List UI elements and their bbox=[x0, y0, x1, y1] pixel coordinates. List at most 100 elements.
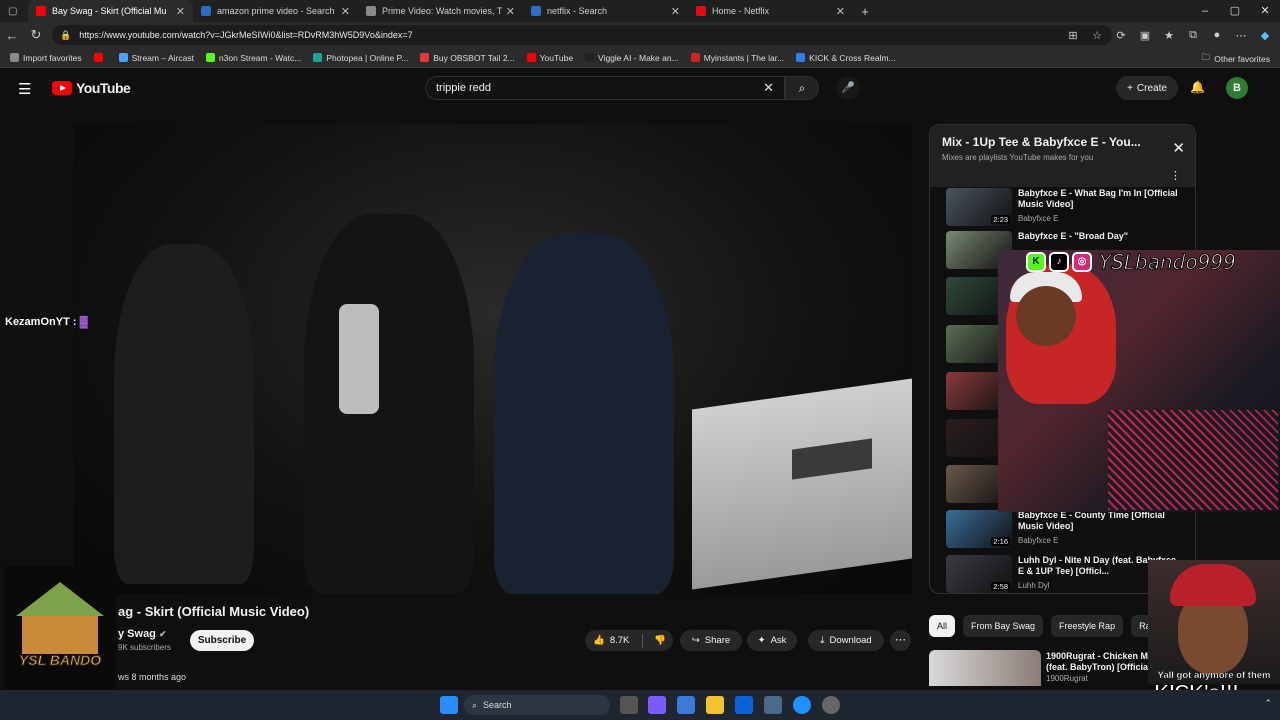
bookmark-label: Buy OBSBOT Tail 2... bbox=[433, 52, 515, 63]
tab-close-icon[interactable]: ✕ bbox=[341, 5, 350, 18]
new-tab-button[interactable]: + bbox=[853, 0, 877, 22]
playlist-item-title: Babyfxce E - What Bag I'm In [Official M… bbox=[1018, 188, 1178, 209]
recommendation-title[interactable]: 1900Rugrat - Chicken Me (feat. BabyTron)… bbox=[1046, 651, 1156, 684]
url-field[interactable]: 🔒 https://www.youtube.com/watch?v=JGkrMe… bbox=[52, 25, 1112, 45]
bookmark-item[interactable]: KICK & Cross Realm... bbox=[796, 52, 896, 63]
bookmark-favicon-icon bbox=[118, 53, 128, 62]
recommendation-thumbnail[interactable] bbox=[929, 650, 1041, 686]
tab-actions-button[interactable]: ▢ bbox=[0, 0, 28, 22]
like-button[interactable]: 👍 8.7K bbox=[593, 635, 629, 646]
streamer-face bbox=[1016, 286, 1076, 346]
bookmark-item[interactable]: Photopea | Online P... bbox=[313, 53, 408, 63]
clear-search-icon[interactable]: ✕ bbox=[763, 80, 774, 96]
bookmark-label: KICK & Cross Realm... bbox=[809, 52, 896, 63]
extension-icon[interactable]: ⟳ bbox=[1112, 29, 1130, 42]
browser-tab[interactable]: Prime Video: Watch movies, TV sh ✕ bbox=[358, 0, 523, 22]
bookmark-item[interactable]: Import favorites bbox=[10, 53, 82, 63]
bookmark-item[interactable]: Buy OBSBOT Tail 2... bbox=[420, 52, 515, 63]
tab-close-icon[interactable]: ✕ bbox=[671, 5, 680, 18]
back-icon[interactable]: ← bbox=[0, 28, 24, 43]
duration-badge: 2:58 bbox=[991, 582, 1010, 591]
tab-close-icon[interactable]: ✕ bbox=[506, 5, 515, 18]
browser-tab[interactable]: Bay Swag - Skirt (Official Mu ✕ bbox=[28, 0, 193, 22]
dislike-button[interactable]: 👎 bbox=[654, 635, 666, 646]
windows-start-icon[interactable] bbox=[440, 696, 458, 714]
voice-search-button[interactable]: 🎤 bbox=[836, 76, 860, 100]
tab-close-icon[interactable]: ✕ bbox=[836, 5, 845, 18]
filter-chip[interactable]: All bbox=[929, 615, 956, 637]
app-available-icon[interactable]: ⊞ bbox=[1064, 29, 1082, 42]
copilot-icon[interactable]: ◆ bbox=[1256, 29, 1274, 42]
playlist-thumbnail: 2:16 bbox=[946, 510, 1012, 548]
meme-overlay bbox=[1148, 560, 1280, 684]
share-icon: ↪ bbox=[691, 635, 700, 646]
webcam-overlay bbox=[998, 250, 1280, 512]
refresh-icon[interactable]: ↻ bbox=[24, 27, 48, 43]
playlist-item[interactable]: 2:23 Babyfxce E - What Bag I'm In [Offici… bbox=[946, 188, 1186, 230]
minimize-icon[interactable]: – bbox=[1190, 0, 1220, 22]
chat-username: KezamOnYT : bbox=[5, 316, 77, 328]
download-icon: ⤓ bbox=[820, 635, 825, 646]
bookmark-item[interactable]: n3on Stream - Watc... bbox=[205, 53, 301, 63]
obs-icon[interactable] bbox=[822, 696, 840, 714]
tab-favicon-icon bbox=[366, 6, 376, 16]
thumbs-up-icon: 👍 bbox=[593, 635, 605, 646]
ask-button[interactable]: ✦ Ask bbox=[747, 630, 797, 651]
system-tray[interactable]: ⌃ bbox=[1264, 698, 1272, 709]
bookmark-favicon-icon bbox=[585, 53, 595, 62]
photos-icon[interactable] bbox=[764, 696, 782, 714]
split-screen-icon[interactable]: ▣ bbox=[1136, 29, 1154, 42]
bookmark-item[interactable]: YouTube bbox=[526, 53, 573, 63]
channel-name[interactable]: y Swag ✔ bbox=[118, 628, 167, 640]
account-avatar[interactable]: B bbox=[1226, 77, 1248, 99]
bookmark-item[interactable] bbox=[93, 53, 107, 63]
playlist-menu-icon[interactable]: ⋮ bbox=[1170, 169, 1181, 182]
profile-icon[interactable]: ● bbox=[1208, 29, 1226, 41]
bookmark-item[interactable]: Stream – Aircast bbox=[118, 52, 194, 63]
bookmark-item[interactable]: Viggle AI - Make an... bbox=[585, 53, 679, 63]
browser-tab[interactable]: Home - Netflix ✕ bbox=[688, 0, 853, 22]
browser-tab[interactable]: netflix - Search ✕ bbox=[523, 0, 688, 22]
outlook-icon[interactable] bbox=[735, 696, 753, 714]
download-button[interactable]: ⤓ Download bbox=[808, 630, 884, 651]
other-favorites[interactable]: 🗀 Other favorites bbox=[1202, 52, 1270, 66]
filter-chip[interactable]: From Bay Swag bbox=[963, 615, 1044, 637]
bookmark-item[interactable]: Myinstants | The lar... bbox=[690, 53, 784, 63]
close-playlist-icon[interactable]: ✕ bbox=[1172, 139, 1185, 157]
playlist-item-channel: Babyfxce E bbox=[1018, 536, 1059, 545]
create-button[interactable]: + Create bbox=[1116, 76, 1178, 100]
bookmark-label: Stream – Aircast bbox=[131, 52, 194, 63]
playlist-item[interactable]: 2:16 Babyfxce E - County Time [Official M… bbox=[946, 510, 1186, 552]
search-input[interactable]: trippie redd ✕ bbox=[425, 76, 785, 100]
logo-roof bbox=[16, 582, 104, 616]
copilot-app-icon[interactable] bbox=[648, 696, 666, 714]
bookmark-favicon-icon bbox=[313, 53, 323, 62]
favorite-star-icon[interactable]: ☆ bbox=[1088, 29, 1106, 42]
maximize-icon[interactable]: ▢ bbox=[1220, 0, 1250, 22]
youtube-logo[interactable]: YouTube bbox=[52, 80, 131, 96]
file-explorer-icon[interactable] bbox=[706, 696, 724, 714]
notifications-bell-icon[interactable]: 🔔 bbox=[1190, 80, 1205, 94]
favorites-icon[interactable]: ★ bbox=[1160, 29, 1178, 42]
kick-icon: K bbox=[1026, 252, 1046, 272]
playlist-title[interactable]: Mix - 1Up Tee & Babyfxce E - You... bbox=[942, 135, 1152, 149]
chat-emote: ▓ bbox=[79, 316, 88, 328]
share-button[interactable]: ↪ Share bbox=[680, 630, 742, 651]
bookmark-favicon-icon bbox=[205, 53, 215, 62]
task-view-icon[interactable] bbox=[620, 696, 638, 714]
store-icon[interactable] bbox=[677, 696, 695, 714]
close-window-icon[interactable]: ✕ bbox=[1250, 0, 1280, 22]
edge-icon[interactable] bbox=[793, 696, 811, 714]
more-menu-icon[interactable]: ⋯ bbox=[1232, 29, 1250, 42]
search-button[interactable]: ⌕ bbox=[785, 76, 819, 100]
video-player[interactable] bbox=[74, 124, 912, 594]
tab-close-icon[interactable]: ✕ bbox=[176, 5, 185, 18]
window-controls: – ▢ ✕ bbox=[1190, 0, 1280, 22]
browser-tab[interactable]: amazon prime video - Search ✕ bbox=[193, 0, 358, 22]
subscribe-button[interactable]: Subscribe bbox=[190, 630, 254, 651]
taskbar-search[interactable]: ⌕ Search bbox=[464, 695, 610, 715]
collections-icon[interactable]: ⧉ bbox=[1184, 29, 1202, 42]
more-actions-button[interactable]: ⋯ bbox=[890, 630, 911, 651]
menu-icon[interactable]: ☰ bbox=[18, 80, 31, 98]
filter-chip[interactable]: Freestyle Rap bbox=[1051, 615, 1124, 637]
